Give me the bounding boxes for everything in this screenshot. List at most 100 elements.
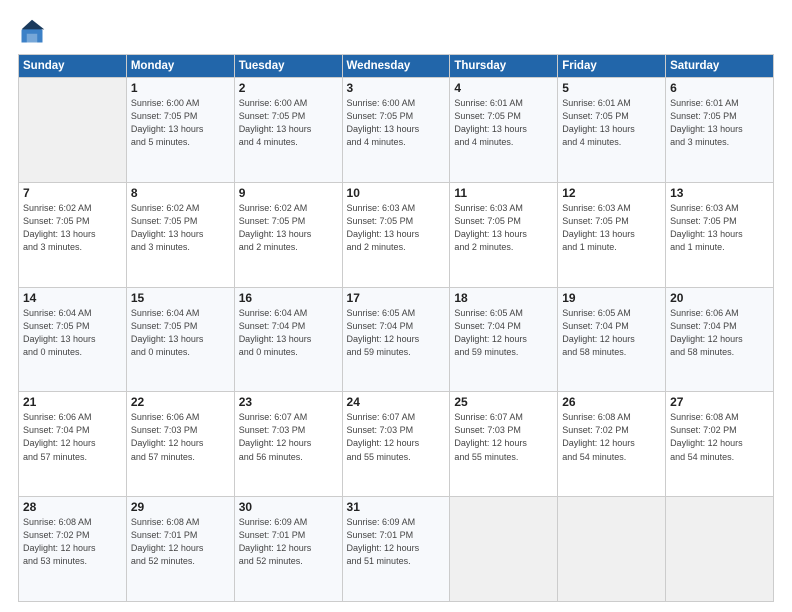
day-number: 12 — [562, 186, 661, 200]
calendar-cell: 19 Sunrise: 6:05 AM Sunset: 7:04 PM Dayli… — [558, 287, 666, 392]
calendar-cell: 22Sunrise: 6:06 AM Sunset: 7:03 PM Dayli… — [126, 392, 234, 497]
calendar-cell: 6 Sunrise: 6:01 AM Sunset: 7:05 PM Daylig… — [666, 78, 774, 183]
calendar-cell: 9 Sunrise: 6:02 AM Sunset: 7:05 PM Daylig… — [234, 182, 342, 287]
calendar-header-row: SundayMondayTuesdayWednesdayThursdayFrid… — [19, 55, 774, 78]
calendar-cell: 11 Sunrise: 6:03 AM Sunset: 7:05 PM Dayli… — [450, 182, 558, 287]
day-number: 3 — [347, 81, 446, 95]
calendar-cell: 15 Sunrise: 6:04 AM Sunset: 7:05 PM Dayli… — [126, 287, 234, 392]
calendar-cell: 10 Sunrise: 6:03 AM Sunset: 7:05 PM Dayli… — [342, 182, 450, 287]
day-info: Sunrise: 6:07 AM Sunset: 7:03 PM Dayligh… — [454, 411, 553, 463]
day-number: 2 — [239, 81, 338, 95]
day-info: Sunrise: 6:08 AM Sunset: 7:02 PM Dayligh… — [562, 411, 661, 463]
calendar-cell: 7Sunrise: 6:02 AM Sunset: 7:05 PM Daylig… — [19, 182, 127, 287]
calendar-cell — [450, 497, 558, 602]
calendar-cell — [19, 78, 127, 183]
day-number: 11 — [454, 186, 553, 200]
day-info: Sunrise: 6:02 AM Sunset: 7:05 PM Dayligh… — [239, 202, 338, 254]
day-number: 8 — [131, 186, 230, 200]
day-info: Sunrise: 6:08 AM Sunset: 7:02 PM Dayligh… — [670, 411, 769, 463]
day-number: 23 — [239, 395, 338, 409]
col-header-sunday: Sunday — [19, 55, 127, 78]
day-number: 15 — [131, 291, 230, 305]
week-row-1: 1 Sunrise: 6:00 AM Sunset: 7:05 PM Daylig… — [19, 78, 774, 183]
day-number: 13 — [670, 186, 769, 200]
day-info: Sunrise: 6:01 AM Sunset: 7:05 PM Dayligh… — [562, 97, 661, 149]
day-number: 18 — [454, 291, 553, 305]
day-info: Sunrise: 6:01 AM Sunset: 7:05 PM Dayligh… — [670, 97, 769, 149]
day-info: Sunrise: 6:04 AM Sunset: 7:05 PM Dayligh… — [131, 307, 230, 359]
calendar-cell: 13 Sunrise: 6:03 AM Sunset: 7:05 PM Dayli… — [666, 182, 774, 287]
col-header-wednesday: Wednesday — [342, 55, 450, 78]
day-info: Sunrise: 6:06 AM Sunset: 7:04 PM Dayligh… — [670, 307, 769, 359]
day-info: Sunrise: 6:06 AM Sunset: 7:03 PM Dayligh… — [131, 411, 230, 463]
calendar-cell: 24 Sunrise: 6:07 AM Sunset: 7:03 PM Dayli… — [342, 392, 450, 497]
day-number: 30 — [239, 500, 338, 514]
calendar-cell: 5Sunrise: 6:01 AM Sunset: 7:05 PM Daylig… — [558, 78, 666, 183]
day-info: Sunrise: 6:04 AM Sunset: 7:05 PM Dayligh… — [23, 307, 122, 359]
day-info: Sunrise: 6:00 AM Sunset: 7:05 PM Dayligh… — [239, 97, 338, 149]
calendar-cell: 29 Sunrise: 6:08 AM Sunset: 7:01 PM Dayli… — [126, 497, 234, 602]
calendar-cell: 31 Sunrise: 6:09 AM Sunset: 7:01 PM Dayli… — [342, 497, 450, 602]
day-info: Sunrise: 6:03 AM Sunset: 7:05 PM Dayligh… — [670, 202, 769, 254]
day-number: 9 — [239, 186, 338, 200]
day-info: Sunrise: 6:06 AM Sunset: 7:04 PM Dayligh… — [23, 411, 122, 463]
header — [18, 18, 774, 46]
col-header-thursday: Thursday — [450, 55, 558, 78]
day-info: Sunrise: 6:03 AM Sunset: 7:05 PM Dayligh… — [454, 202, 553, 254]
day-info: Sunrise: 6:08 AM Sunset: 7:01 PM Dayligh… — [131, 516, 230, 568]
day-number: 17 — [347, 291, 446, 305]
day-number: 27 — [670, 395, 769, 409]
day-number: 19 — [562, 291, 661, 305]
col-header-tuesday: Tuesday — [234, 55, 342, 78]
day-number: 6 — [670, 81, 769, 95]
calendar-cell: 18 Sunrise: 6:05 AM Sunset: 7:04 PM Dayli… — [450, 287, 558, 392]
day-info: Sunrise: 6:03 AM Sunset: 7:05 PM Dayligh… — [347, 202, 446, 254]
calendar-cell — [666, 497, 774, 602]
day-number: 29 — [131, 500, 230, 514]
day-number: 26 — [562, 395, 661, 409]
day-number: 24 — [347, 395, 446, 409]
calendar-cell: 4Sunrise: 6:01 AM Sunset: 7:05 PM Daylig… — [450, 78, 558, 183]
calendar-cell: 17 Sunrise: 6:05 AM Sunset: 7:04 PM Dayli… — [342, 287, 450, 392]
calendar-table: SundayMondayTuesdayWednesdayThursdayFrid… — [18, 54, 774, 602]
day-info: Sunrise: 6:05 AM Sunset: 7:04 PM Dayligh… — [347, 307, 446, 359]
calendar-cell: 21Sunrise: 6:06 AM Sunset: 7:04 PM Dayli… — [19, 392, 127, 497]
week-row-2: 7 Sunrise: 6:02 AM Sunset: 7:05 PM Daylig… — [19, 182, 774, 287]
day-number: 14 — [23, 291, 122, 305]
week-row-3: 14 Sunrise: 6:04 AM Sunset: 7:05 PM Dayli… — [19, 287, 774, 392]
col-header-friday: Friday — [558, 55, 666, 78]
day-info: Sunrise: 6:09 AM Sunset: 7:01 PM Dayligh… — [239, 516, 338, 568]
col-header-monday: Monday — [126, 55, 234, 78]
day-info: Sunrise: 6:00 AM Sunset: 7:05 PM Dayligh… — [347, 97, 446, 149]
calendar-cell: 25 Sunrise: 6:07 AM Sunset: 7:03 PM Dayli… — [450, 392, 558, 497]
calendar-cell: 26 Sunrise: 6:08 AM Sunset: 7:02 PM Dayli… — [558, 392, 666, 497]
calendar-cell: 30 Sunrise: 6:09 AM Sunset: 7:01 PM Dayli… — [234, 497, 342, 602]
day-number: 20 — [670, 291, 769, 305]
day-number: 31 — [347, 500, 446, 514]
calendar-cell: 27 Sunrise: 6:08 AM Sunset: 7:02 PM Dayli… — [666, 392, 774, 497]
week-row-5: 28 Sunrise: 6:08 AM Sunset: 7:02 PM Dayli… — [19, 497, 774, 602]
day-number: 1 — [131, 81, 230, 95]
day-info: Sunrise: 6:04 AM Sunset: 7:04 PM Dayligh… — [239, 307, 338, 359]
calendar-cell: 12 Sunrise: 6:03 AM Sunset: 7:05 PM Dayli… — [558, 182, 666, 287]
logo-icon — [18, 18, 46, 46]
day-info: Sunrise: 6:01 AM Sunset: 7:05 PM Dayligh… — [454, 97, 553, 149]
day-number: 10 — [347, 186, 446, 200]
calendar-cell: 3 Sunrise: 6:00 AM Sunset: 7:05 PM Daylig… — [342, 78, 450, 183]
day-info: Sunrise: 6:03 AM Sunset: 7:05 PM Dayligh… — [562, 202, 661, 254]
day-info: Sunrise: 6:08 AM Sunset: 7:02 PM Dayligh… — [23, 516, 122, 568]
day-number: 7 — [23, 186, 122, 200]
calendar-cell: 8 Sunrise: 6:02 AM Sunset: 7:05 PM Daylig… — [126, 182, 234, 287]
day-info: Sunrise: 6:00 AM Sunset: 7:05 PM Dayligh… — [131, 97, 230, 149]
day-info: Sunrise: 6:02 AM Sunset: 7:05 PM Dayligh… — [131, 202, 230, 254]
day-info: Sunrise: 6:07 AM Sunset: 7:03 PM Dayligh… — [239, 411, 338, 463]
day-info: Sunrise: 6:09 AM Sunset: 7:01 PM Dayligh… — [347, 516, 446, 568]
day-info: Sunrise: 6:05 AM Sunset: 7:04 PM Dayligh… — [562, 307, 661, 359]
day-number: 28 — [23, 500, 122, 514]
calendar-cell — [558, 497, 666, 602]
day-info: Sunrise: 6:05 AM Sunset: 7:04 PM Dayligh… — [454, 307, 553, 359]
logo — [18, 18, 50, 46]
calendar-cell: 28 Sunrise: 6:08 AM Sunset: 7:02 PM Dayli… — [19, 497, 127, 602]
day-info: Sunrise: 6:07 AM Sunset: 7:03 PM Dayligh… — [347, 411, 446, 463]
day-number: 25 — [454, 395, 553, 409]
